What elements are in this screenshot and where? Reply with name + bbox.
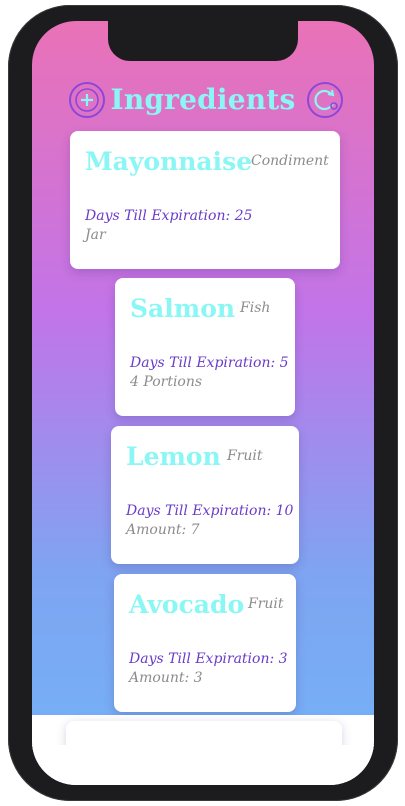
ingredient-name: Mayonnaise bbox=[85, 147, 253, 176]
ingredient-amount: 4 Portions bbox=[130, 374, 203, 390]
ingredient-category: Fruit bbox=[248, 596, 284, 612]
ingredient-card-mayonnaise[interactable]: Mayonnaise Condiment Days Till Expiratio… bbox=[70, 131, 340, 269]
header: Ingredients bbox=[32, 81, 374, 123]
app-screen: Ingredients Mayonnaise Condiment Days Ti… bbox=[32, 21, 374, 785]
ingredient-category: Fruit bbox=[227, 448, 263, 464]
ingredient-card-salmon[interactable]: Salmon Fish Days Till Expiration: 5 4 Po… bbox=[115, 278, 295, 416]
phone-notch bbox=[108, 21, 298, 61]
refresh-icon bbox=[307, 82, 343, 118]
ingredient-amount: Amount: 3 bbox=[129, 670, 203, 686]
ingredient-category: Fish bbox=[240, 300, 271, 316]
refresh-button[interactable] bbox=[306, 81, 344, 119]
ingredient-card-lemon[interactable]: Lemon Fruit Days Till Expiration: 10 Amo… bbox=[111, 426, 299, 564]
ingredient-category: Condiment bbox=[251, 153, 329, 169]
ingredient-amount: Jar bbox=[85, 227, 106, 243]
ingredient-name: Salmon bbox=[130, 294, 236, 323]
ingredient-name: Lemon bbox=[126, 442, 221, 471]
expiration-days: Days Till Expiration: 3 bbox=[129, 651, 288, 667]
expiration-days: Days Till Expiration: 25 bbox=[85, 208, 253, 224]
ingredient-amount: Amount: 7 bbox=[126, 522, 200, 538]
phone-frame: Ingredients Mayonnaise Condiment Days Ti… bbox=[8, 5, 398, 801]
bottom-mask bbox=[32, 745, 374, 785]
expiration-days: Days Till Expiration: 10 bbox=[126, 503, 294, 519]
expiration-days: Days Till Expiration: 5 bbox=[130, 355, 289, 371]
ingredient-card-avocado[interactable]: Avocado Fruit Days Till Expiration: 3 Am… bbox=[114, 574, 296, 712]
ingredient-name: Avocado bbox=[129, 590, 245, 619]
